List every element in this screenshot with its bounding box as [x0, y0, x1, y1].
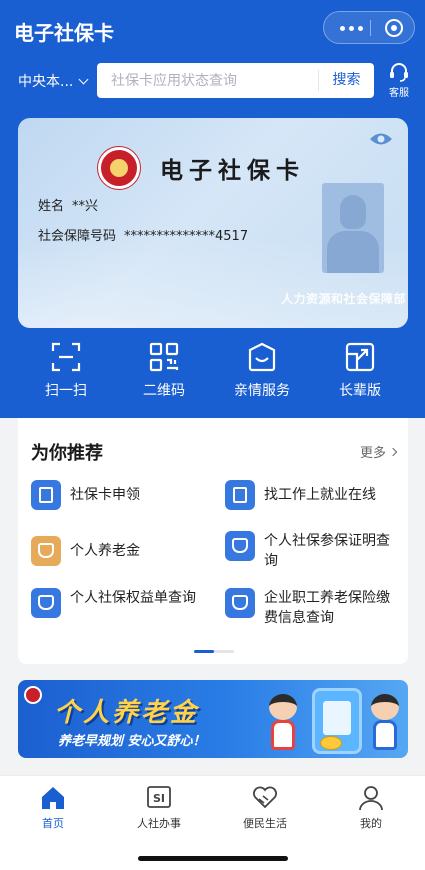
tab-label: 人社办事	[137, 817, 181, 830]
family-service-icon	[248, 342, 276, 372]
customer-service-label: 客服	[389, 88, 409, 99]
eye-icon[interactable]	[369, 131, 393, 147]
qrcode-icon	[149, 342, 179, 372]
quick-action-label: 扫一扫	[45, 383, 87, 399]
quick-action-elder-mode[interactable]: 长辈版	[312, 342, 408, 400]
svg-text:SI: SI	[153, 792, 165, 805]
recommend-panel: 为你推荐 更多 社保卡申领 找工作上就业在线 个人养老金 个人社保参保证明查询 …	[18, 418, 408, 664]
tab-convenience[interactable]: 便民生活	[212, 785, 318, 831]
id-label: 社会保障号码	[38, 229, 117, 244]
search-button[interactable]: 搜索	[318, 70, 374, 91]
tab-label: 便民生活	[243, 817, 287, 830]
recommend-item-label: 个人养老金	[70, 543, 140, 559]
search-bar: 搜索	[97, 63, 374, 98]
id-value: **************4517	[124, 229, 249, 244]
card-issuer: 人力资源和社会保障部	[280, 292, 406, 306]
shield-search-icon	[225, 531, 255, 561]
recommend-title: 为你推荐	[31, 443, 103, 464]
heart-hands-icon	[253, 786, 277, 809]
si-icon: SI	[147, 786, 171, 808]
close-icon[interactable]	[385, 19, 403, 37]
name-value: **兴	[72, 199, 99, 214]
banner-title: 个人养老金	[54, 698, 200, 728]
home-icon	[42, 787, 64, 809]
pension-banner[interactable]: 个人养老金 养老早规划 安心又舒心！	[18, 680, 408, 758]
person-icon	[359, 786, 383, 811]
elder-mode-icon	[345, 342, 375, 372]
more-icon[interactable]	[340, 26, 363, 31]
avatar-placeholder	[322, 183, 384, 273]
tab-bar: 首页 SI 人社办事 便民生活 我的	[0, 775, 425, 870]
region-selector[interactable]: 中央本...	[18, 71, 89, 91]
social-security-emblem-icon	[98, 147, 140, 189]
quick-action-family-service[interactable]: 亲情服务	[214, 342, 310, 400]
customer-service-button[interactable]: 客服	[386, 61, 412, 99]
shield-search-icon	[225, 588, 255, 618]
home-indicator	[138, 856, 288, 861]
recommend-item-label: 企业职工养老保险缴费信息查询	[264, 590, 390, 626]
recommend-item-card-apply[interactable]: 社保卡申领	[31, 480, 200, 510]
tab-home[interactable]: 首页	[0, 785, 106, 831]
shield-search-icon	[31, 588, 61, 618]
chevron-down-icon	[78, 74, 89, 84]
more-link[interactable]: 更多	[359, 442, 398, 461]
quick-action-label: 二维码	[143, 383, 185, 399]
quick-action-qrcode[interactable]: 二维码	[116, 342, 212, 400]
social-security-card[interactable]: 电子社保卡 姓名 **兴 社会保障号码 **************4517 人力资…	[18, 118, 408, 328]
header-area: 电子社保卡 中央本... 搜索 客服 电子社保卡	[0, 0, 425, 418]
recommend-item-label: 社保卡申领	[70, 487, 140, 503]
recommend-item-label: 个人社保参保证明查询	[264, 533, 390, 569]
recommend-item-insurance-proof[interactable]: 个人社保参保证明查询	[225, 531, 394, 571]
recommend-item-label: 个人社保权益单查询	[70, 590, 196, 606]
document-icon	[225, 480, 255, 510]
recommend-item-job[interactable]: 找工作上就业在线	[225, 480, 404, 510]
app-title: 电子社保卡	[14, 21, 114, 45]
page-indicator	[194, 650, 234, 653]
coin-illustration	[320, 736, 342, 750]
capsule-divider	[370, 20, 371, 36]
quick-action-label: 长辈版	[339, 383, 381, 399]
tab-hr-affairs[interactable]: SI 人社办事	[106, 785, 212, 831]
card-id-row: 社会保障号码 **************4517	[38, 225, 248, 244]
id-card-icon	[31, 480, 61, 510]
banner-logo-icon	[24, 686, 42, 704]
quick-action-label: 亲情服务	[234, 383, 290, 399]
recommend-item-rights-statement[interactable]: 个人社保权益单查询	[31, 588, 200, 618]
quick-action-scan[interactable]: 扫一扫	[18, 342, 114, 400]
name-label: 姓名	[38, 199, 65, 214]
search-input[interactable]	[97, 72, 318, 89]
kid-illustration	[266, 694, 300, 754]
card-name-row: 姓名 **兴	[38, 195, 98, 214]
recommend-item-pension-payment[interactable]: 企业职工养老保险缴费信息查询	[225, 588, 394, 628]
headset-icon	[390, 63, 408, 82]
tab-label: 首页	[42, 817, 64, 830]
recommend-item-label: 找工作上就业在线	[264, 487, 376, 503]
miniprogram-capsule	[323, 11, 415, 44]
tab-mine[interactable]: 我的	[318, 785, 424, 831]
piggy-bank-icon	[31, 536, 61, 566]
kid-illustration	[368, 694, 402, 754]
scan-icon	[51, 342, 81, 372]
recommend-item-pension[interactable]: 个人养老金	[31, 536, 200, 566]
banner-subtitle: 养老早规划 安心又舒心！	[58, 734, 206, 749]
more-label: 更多	[359, 446, 386, 461]
tab-label: 我的	[360, 817, 382, 830]
card-title: 电子社保卡	[160, 157, 305, 184]
chevron-right-icon	[388, 447, 398, 456]
region-label: 中央本...	[18, 74, 74, 90]
